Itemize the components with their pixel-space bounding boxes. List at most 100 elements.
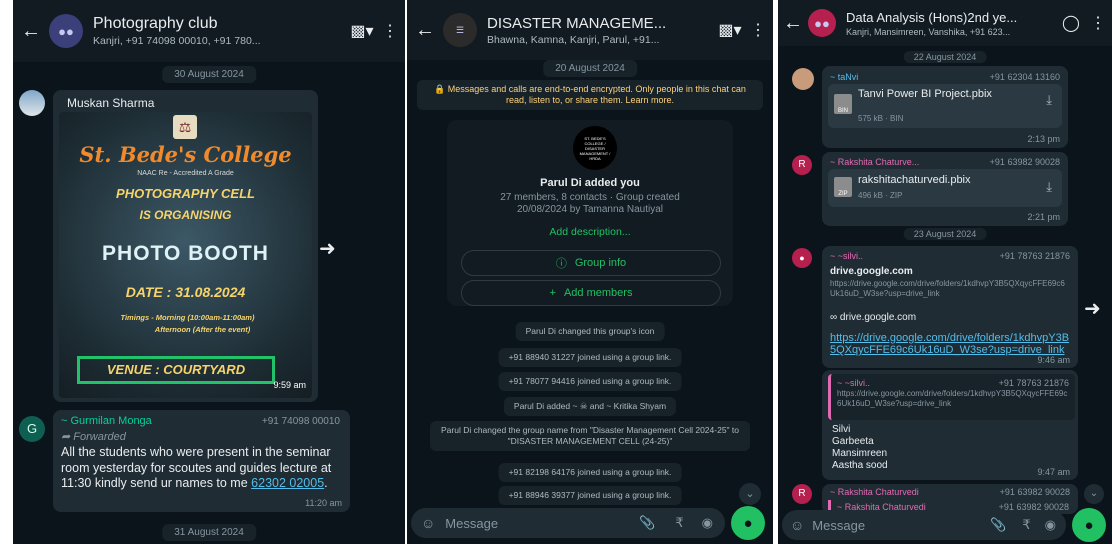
link-domain-row[interactable]: ∞ drive.google.com: [830, 312, 916, 323]
sender-phone: +91 62304 13160: [989, 72, 1060, 82]
phone-link[interactable]: 62302 02005: [251, 476, 324, 490]
message-text: All the students who were present in the…: [61, 445, 332, 490]
mic-icon[interactable]: ●: [1072, 508, 1106, 542]
message-input[interactable]: ☺ Message 📎 ₹ ◉: [411, 508, 725, 538]
date-chip: 23 August 2024: [903, 228, 987, 240]
message-placeholder: Message: [445, 515, 499, 531]
list-item: Aastha sood: [832, 460, 888, 471]
system-message: Parul Di changed this group's icon: [515, 322, 665, 341]
more-vert-icon[interactable]: ⋮: [743, 20, 773, 40]
system-message: +91 88940 31227 joined using a group lin…: [498, 348, 682, 367]
forward-icon[interactable]: ➜: [1084, 296, 1101, 321]
group-avatar[interactable]: ●●: [49, 14, 83, 48]
chat-members: Kanjri, +91 74098 00010, +91 780...: [93, 35, 261, 47]
message-input[interactable]: ☺ Message 📎 ₹ ◉: [782, 510, 1066, 540]
camera-icon[interactable]: ◉: [702, 515, 713, 531]
video-call-icon[interactable]: ◯: [1058, 13, 1084, 33]
date-chip: 30 August 2024: [162, 66, 256, 83]
add-member-icon: +: [549, 287, 556, 299]
drive-link[interactable]: https://drive.google.com/drive/folders/1…: [830, 332, 1070, 356]
add-members-button[interactable]: + Add members: [461, 280, 721, 306]
back-arrow-icon[interactable]: ←: [407, 19, 443, 42]
camera-icon[interactable]: ◉: [1045, 517, 1056, 533]
more-vert-icon[interactable]: ⋮: [1084, 13, 1112, 33]
added-you-text: Parul Di added you: [540, 177, 640, 189]
system-message: Parul Di changed the group name from "Di…: [430, 421, 750, 451]
back-arrow-icon[interactable]: ←: [778, 12, 808, 35]
poster-naac: NAAC Re - Accredited A Grade: [137, 170, 234, 177]
avatar[interactable]: ●: [792, 248, 812, 268]
avatar[interactable]: G: [19, 416, 45, 442]
message-bubble-file[interactable]: ~ taNvi +91 62304 13160 BIN Tanvi Power …: [822, 66, 1068, 148]
list-item: Mansimreen: [832, 448, 888, 459]
message-bubble-link[interactable]: ~ ~silvi.. +91 78763 21876 drive.google.…: [822, 246, 1078, 368]
chat-members: Bhawna, Kamna, Kanjri, Parul, +91...: [487, 33, 660, 46]
video-call-icon[interactable]: ▩▾: [349, 21, 375, 41]
message-bubble-image[interactable]: Muskan Sharma ⚖ St. Bede's College NAAC …: [53, 90, 318, 402]
download-icon[interactable]: ⤓: [1046, 92, 1052, 108]
avatar[interactable]: [19, 90, 45, 116]
event-poster-image[interactable]: ⚖ St. Bede's College NAAC Re - Accredite…: [59, 112, 312, 398]
date-chip: 31 August 2024: [162, 524, 256, 541]
sender-phone: +91 63982 90028: [989, 157, 1060, 167]
chat-header-info[interactable]: Data Analysis (Hons)2nd ye... Kanjri, Ma…: [836, 10, 1058, 37]
file-name: rakshitachaturvedi.pbix: [858, 174, 971, 186]
group-avatar[interactable]: ●●: [808, 9, 836, 37]
rupee-icon[interactable]: ₹: [1022, 517, 1030, 533]
system-message: +91 88946 39377 joined using a group lin…: [498, 486, 682, 505]
message-bubble-reply[interactable]: ~ ~silvi.. +91 78763 21876 https://drive…: [822, 370, 1078, 480]
avatar[interactable]: R: [792, 155, 812, 175]
message-time: 11:20 am: [305, 498, 342, 508]
back-arrow-icon[interactable]: ←: [13, 20, 49, 43]
chat-header-info[interactable]: DISASTER MANAGEME... Bhawna, Kamna, Kanj…: [477, 15, 717, 46]
avatar[interactable]: R: [792, 484, 812, 504]
scroll-down-icon[interactable]: ⌄: [739, 483, 761, 505]
group-logo: ST. BEDE'S COLLEGE / DISASTER MANAGEMENT…: [573, 126, 617, 170]
quoted-phone: +91 78763 21876: [998, 378, 1069, 388]
attach-icon[interactable]: 📎: [639, 515, 655, 531]
more-vert-icon[interactable]: ⋮: [375, 21, 405, 41]
forwarded-icon: ➦: [61, 431, 74, 443]
file-type-icon: ZIP: [834, 177, 852, 197]
chat-header-info[interactable]: Photography club Kanjri, +91 74098 00010…: [83, 15, 349, 47]
mic-icon[interactable]: ●: [731, 506, 765, 540]
avatar[interactable]: [792, 68, 814, 90]
poster-college: St. Bede's College: [79, 142, 292, 167]
sender-name: ~ Rakshita Chaturve...: [830, 157, 920, 167]
preview-domain: drive.google.com: [830, 266, 913, 277]
rupee-icon[interactable]: ₹: [675, 515, 683, 531]
scroll-down-icon[interactable]: ⌄: [1084, 484, 1104, 504]
file-attachment[interactable]: BIN Tanvi Power BI Project.pbix 575 kB ·…: [828, 84, 1062, 128]
college-crest-icon: ⚖: [173, 115, 197, 139]
group-meta: 27 members, 8 contacts · Group created 2…: [500, 192, 680, 215]
attach-icon[interactable]: 📎: [990, 517, 1006, 533]
chat-title: DISASTER MANAGEME...: [487, 14, 667, 32]
sender-phone: +91 74098 00010: [261, 416, 340, 427]
preview-url: https://drive.google.com/drive/folders/1…: [830, 279, 1065, 298]
list-item: Garbeeta: [832, 436, 874, 447]
quoted-text: https://drive.google.com/drive/folders/1…: [837, 389, 1068, 408]
add-description-link[interactable]: Add description...: [407, 226, 773, 238]
poster-date: DATE : 31.08.2024: [125, 284, 246, 300]
message-bubble-file[interactable]: ~ Rakshita Chaturve... +91 63982 90028 Z…: [822, 152, 1068, 226]
group-info-button[interactable]: ⓘ Group info: [461, 250, 721, 276]
chat-panel-photography-club: ← ●● Photography club Kanjri, +91 74098 …: [13, 0, 405, 544]
quoted-message[interactable]: ~ ~silvi.. +91 78763 21876 https://drive…: [828, 374, 1075, 420]
video-call-icon[interactable]: ▩▾: [717, 20, 743, 40]
poster-timings-1: Timings - Morning (10:00am-11:00am): [120, 313, 255, 322]
message-time: 9:46 am: [1037, 355, 1070, 365]
forward-icon[interactable]: ➜: [319, 236, 336, 261]
message-bubble-text[interactable]: ~ Gurmilan Monga +91 74098 00010 ➦ Forwa…: [53, 410, 350, 512]
download-icon[interactable]: ⤓: [1046, 179, 1052, 195]
group-avatar[interactable]: ☰: [443, 13, 477, 47]
message-time: 9:47 am: [1037, 467, 1070, 477]
message-text: Silvi Garbeeta Mansimreen Aastha sood: [832, 424, 888, 472]
file-attachment[interactable]: ZIP rakshitachaturvedi.pbix 496 kB · ZIP…: [828, 169, 1062, 207]
emoji-icon[interactable]: ☺: [790, 517, 804, 533]
sender-name: ~ ~silvi..: [830, 251, 864, 261]
emoji-icon[interactable]: ☺: [421, 515, 435, 531]
encryption-notice[interactable]: 🔒 Messages and calls are end-to-end encr…: [417, 80, 763, 110]
sender-name: ~ taNvi: [830, 72, 859, 82]
sender-name: ~ Rakshita Chaturvedi: [830, 487, 919, 497]
chat-header: ← ☰ DISASTER MANAGEME... Bhawna, Kamna, …: [407, 0, 773, 60]
